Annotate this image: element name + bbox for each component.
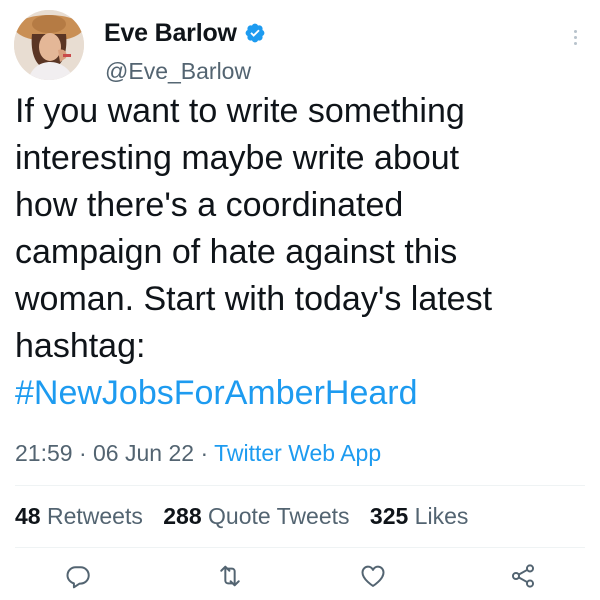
tweet-text-line: hashtag: — [15, 327, 146, 365]
reply-icon[interactable] — [64, 562, 92, 590]
author-name-row: Eve Barlow — [104, 18, 266, 48]
tweet-date[interactable]: 06 Jun 22 — [93, 440, 194, 466]
tweet-text-line: woman. Start with today's latest — [15, 280, 493, 318]
hashtag-link[interactable]: #NewJobsForAmberHeard — [15, 370, 590, 417]
tweet-text-line: how there's a coordinated — [15, 186, 404, 224]
tweet-actions — [0, 560, 600, 596]
tweet-card: Eve Barlow @Eve_Barlow If you want to wr… — [0, 0, 600, 600]
tweet-text: If you want to write something interesti… — [15, 88, 590, 417]
likes-label: Likes — [414, 503, 469, 529]
tweet-meta: 21:59 · 06 Jun 22 · Twitter Web App — [15, 440, 381, 467]
likes-stat[interactable]: 325 Likes — [370, 503, 468, 529]
divider — [15, 547, 585, 548]
verified-badge-icon — [244, 22, 266, 44]
retweet-icon[interactable] — [216, 562, 244, 590]
author-handle[interactable]: @Eve_Barlow — [105, 58, 251, 85]
avatar-image — [14, 10, 84, 80]
retweets-stat[interactable]: 48 Retweets — [15, 503, 149, 529]
quote-tweets-stat[interactable]: 288 Quote Tweets — [163, 503, 356, 529]
meta-separator: · — [78, 440, 94, 466]
tweet-header: Eve Barlow @Eve_Barlow — [14, 10, 586, 85]
tweet-time[interactable]: 21:59 — [15, 440, 73, 466]
meta-separator: · — [200, 440, 215, 466]
avatar[interactable] — [14, 10, 84, 80]
more-icon[interactable] — [570, 30, 580, 54]
tweet-text-line: If you want to write something — [15, 92, 465, 130]
author-display-name[interactable]: Eve Barlow — [104, 19, 237, 48]
like-icon[interactable] — [359, 562, 387, 590]
divider — [15, 485, 585, 486]
share-icon[interactable] — [509, 562, 537, 590]
retweets-count: 48 — [15, 503, 41, 529]
tweet-text-line: interesting maybe write about — [15, 139, 460, 177]
retweets-label: Retweets — [46, 503, 143, 529]
tweet-source-link[interactable]: Twitter Web App — [214, 440, 381, 466]
quote-tweets-count: 288 — [163, 503, 202, 529]
tweet-text-line: campaign of hate against this — [15, 233, 458, 271]
likes-count: 325 — [369, 503, 409, 529]
quote-tweets-label: Quote Tweets — [208, 503, 350, 529]
tweet-stats: 48 Retweets 288 Quote Tweets 325 Likes — [15, 503, 482, 530]
